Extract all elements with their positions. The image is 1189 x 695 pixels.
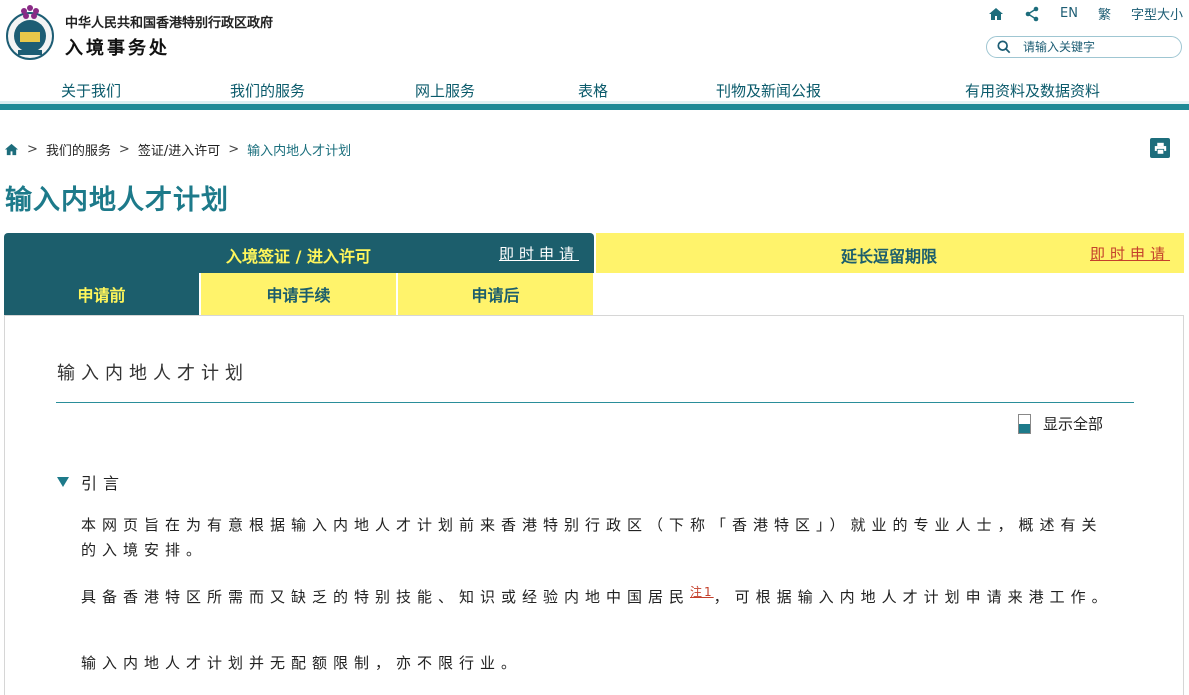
note-1-link[interactable]: 注1 bbox=[690, 585, 714, 599]
search-box bbox=[986, 36, 1182, 58]
subtab-after-application[interactable]: 申请后 bbox=[398, 273, 593, 315]
nav-our-services[interactable]: 我们的服务 bbox=[230, 80, 305, 101]
intro-paragraph-3: 输入内地人才计划并无配额限制，亦不限行业。 bbox=[81, 654, 523, 672]
page-title: 输入内地人才计划 bbox=[5, 185, 229, 216]
nav-online-services[interactable]: 网上服务 bbox=[415, 80, 475, 101]
paragraph-2-text-end: ，可根据输入内地人才计划申请来港工作。 bbox=[713, 588, 1113, 606]
subtab-before-application[interactable]: 申请前 bbox=[4, 273, 199, 315]
nav-useful-info[interactable]: 有用资料及数据资料 bbox=[965, 80, 1100, 101]
collapse-triangle-icon bbox=[57, 477, 69, 487]
expand-all-icon bbox=[1018, 413, 1031, 434]
breadcrumb-current: 输入内地人才计划 bbox=[247, 144, 352, 159]
breadcrumb-visas-permits[interactable]: 签证/进入许可 bbox=[138, 140, 220, 159]
sub-tabs: 申请前 申请手续 申请后 bbox=[4, 273, 594, 315]
intro-accordion-header[interactable]: 引言 bbox=[57, 470, 125, 494]
home-icon[interactable] bbox=[988, 6, 1004, 22]
government-name: 中华人民共和国香港特别行政区政府 bbox=[65, 16, 274, 31]
nav-about-us[interactable]: 关于我们 bbox=[61, 80, 121, 101]
tab-extension-of-stay-label: 延长逗留期限 bbox=[841, 247, 938, 266]
top-links: EN 繁 字型大小 bbox=[988, 4, 1183, 23]
section-title: 输入内地人才计划 bbox=[57, 363, 249, 384]
paragraph-2-text: 具备香港特区所需而又缺乏的特别技能、知识或经验内地中国居民 bbox=[81, 588, 691, 606]
print-button[interactable] bbox=[1150, 138, 1170, 158]
print-icon bbox=[1154, 142, 1166, 155]
department-name: 入境事务处 bbox=[65, 38, 170, 59]
traditional-chinese-link[interactable]: 繁 bbox=[1098, 4, 1111, 23]
tab-entry-visa-label: 入境签证 / 进入许可 bbox=[226, 247, 371, 266]
search-icon[interactable] bbox=[997, 40, 1011, 54]
apply-now-link[interactable]: 即时申请 bbox=[1090, 243, 1170, 264]
intro-paragraph-2: 具备香港特区所需而又缺乏的特别技能、知识或经验内地中国居民注1，可根据输入内地人… bbox=[81, 580, 1121, 610]
subtab-application-procedure[interactable]: 申请手续 bbox=[201, 273, 396, 315]
nav-forms[interactable]: 表格 bbox=[578, 80, 608, 101]
search-input[interactable] bbox=[1021, 39, 1175, 55]
content-panel: 输入内地人才计划 显示全部 引言 本网页旨在为有意根据输入内地人才计划前来香港特… bbox=[4, 315, 1184, 695]
font-size-link[interactable]: 字型大小 bbox=[1131, 4, 1183, 23]
main-tabs: 入境签证 / 进入许可 即时申请 延长逗留期限 即时申请 bbox=[4, 233, 1184, 273]
show-all-label: 显示全部 bbox=[1043, 415, 1104, 433]
share-icon[interactable] bbox=[1024, 6, 1040, 22]
breadcrumb-separator: > bbox=[27, 142, 38, 157]
tab-entry-visa[interactable]: 入境签证 / 进入许可 即时申请 bbox=[4, 233, 594, 273]
home-icon[interactable] bbox=[4, 142, 19, 157]
intro-heading: 引言 bbox=[81, 474, 126, 493]
breadcrumb-separator: > bbox=[228, 142, 240, 157]
show-all-toggle[interactable]: 显示全部 bbox=[1018, 413, 1103, 434]
breadcrumb-separator: > bbox=[118, 142, 130, 157]
nav-publications-press[interactable]: 刊物及新闻公报 bbox=[716, 80, 821, 101]
site-header: 中华人民共和国香港特别行政区政府 入境事务处 EN 繁 字型大小 关于我们 我们… bbox=[0, 0, 1189, 112]
tab-extension-of-stay[interactable]: 延长逗留期限 即时申请 bbox=[596, 233, 1184, 273]
immd-logo[interactable] bbox=[5, 2, 55, 62]
section-divider bbox=[56, 402, 1134, 403]
apply-now-link[interactable]: 即时申请 bbox=[499, 243, 579, 264]
english-link[interactable]: EN bbox=[1060, 6, 1078, 21]
breadcrumb-our-services[interactable]: 我们的服务 bbox=[46, 140, 111, 159]
nav-underline-bar bbox=[0, 101, 1189, 110]
intro-paragraph-1: 本网页旨在为有意根据输入内地人才计划前来香港特别行政区（下称「香港特区」）就业的… bbox=[81, 516, 1103, 559]
breadcrumb: > 我们的服务 > 签证/进入许可 > 输入内地人才计划 bbox=[4, 140, 351, 159]
